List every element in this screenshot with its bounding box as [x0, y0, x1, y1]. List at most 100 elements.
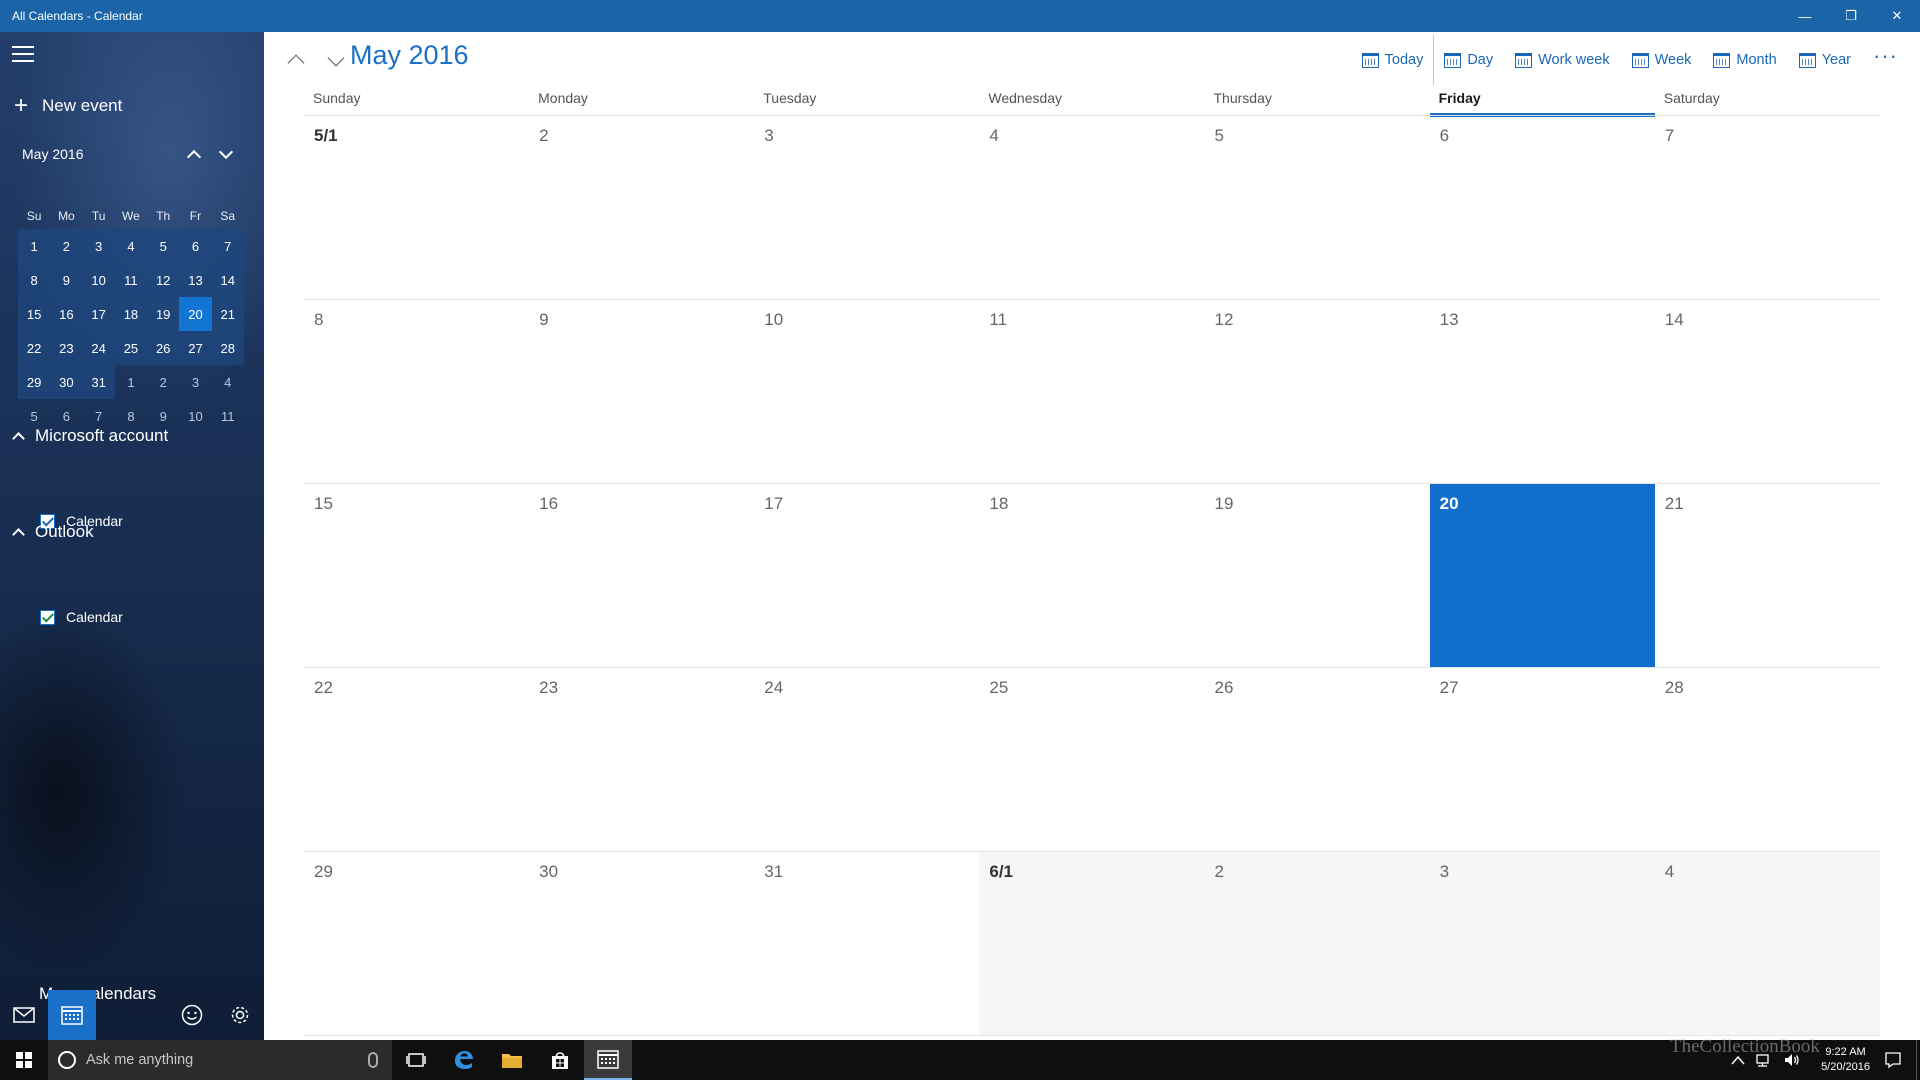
- mini-calendar-day[interactable]: 7: [211, 229, 244, 263]
- mini-calendar-day[interactable]: 4: [114, 229, 148, 263]
- mini-calendar-title[interactable]: May 2016: [22, 146, 178, 162]
- calendar-toggle-outlook[interactable]: Calendar: [40, 606, 123, 628]
- month-day-cell[interactable]: 29: [304, 852, 529, 1035]
- mini-calendar-day[interactable]: 18: [114, 297, 148, 331]
- month-day-cell[interactable]: 5/1: [304, 116, 529, 299]
- month-day-cell[interactable]: 23: [529, 668, 754, 851]
- month-day-cell[interactable]: 4: [979, 116, 1204, 299]
- mini-calendar-day[interactable]: 1: [18, 229, 51, 263]
- month-day-cell[interactable]: 18: [979, 484, 1204, 667]
- month-day-cell[interactable]: 17: [754, 484, 979, 667]
- mini-calendar-day[interactable]: 5: [147, 229, 180, 263]
- day-view-button[interactable]: Day: [1444, 42, 1493, 78]
- mini-calendar-day[interactable]: 9: [50, 263, 83, 297]
- mini-calendar-day[interactable]: 24: [82, 331, 115, 365]
- more-options-icon[interactable]: ···: [1873, 45, 1898, 67]
- minimize-button[interactable]: —: [1782, 0, 1828, 32]
- month-day-cell[interactable]: 5: [1205, 116, 1430, 299]
- mini-calendar-day[interactable]: 26: [147, 331, 180, 365]
- month-day-cell[interactable]: 27: [1430, 668, 1655, 851]
- month-day-cell[interactable]: 11: [979, 300, 1204, 483]
- month-day-cell[interactable]: 31: [754, 852, 979, 1035]
- month-day-cell[interactable]: 26: [1205, 668, 1430, 851]
- show-desktop-button[interactable]: [1916, 1040, 1920, 1080]
- month-day-cell[interactable]: 16: [529, 484, 754, 667]
- month-day-cell[interactable]: 20: [1429, 484, 1655, 667]
- year-view-button[interactable]: Year: [1798, 42, 1851, 78]
- mini-calendar-day[interactable]: 25: [114, 331, 148, 365]
- month-day-cell[interactable]: 21: [1655, 484, 1880, 667]
- action-center-icon[interactable]: [1884, 1051, 1902, 1069]
- month-day-cell[interactable]: 9: [529, 300, 754, 483]
- mini-calendar-day[interactable]: 3: [179, 365, 211, 399]
- month-day-cell[interactable]: 4: [1654, 852, 1880, 1035]
- calendar-taskbar-button[interactable]: [584, 1040, 632, 1080]
- restore-button[interactable]: ❐: [1828, 0, 1874, 32]
- file-explorer-button[interactable]: [488, 1040, 536, 1080]
- mini-calendar-day[interactable]: 14: [211, 263, 244, 297]
- feedback-button[interactable]: [168, 990, 216, 1040]
- cortana-search-box[interactable]: Ask me anything: [48, 1040, 392, 1080]
- mini-calendar-day[interactable]: 8: [18, 263, 51, 297]
- mini-calendar-day[interactable]: 27: [179, 331, 212, 365]
- start-button[interactable]: [0, 1040, 48, 1080]
- edge-taskbar-button[interactable]: [440, 1040, 488, 1080]
- month-day-cell[interactable]: 12: [1205, 300, 1430, 483]
- month-day-cell[interactable]: 25: [979, 668, 1204, 851]
- month-day-cell[interactable]: 8: [304, 300, 529, 483]
- month-day-cell[interactable]: 30: [529, 852, 754, 1035]
- month-day-cell[interactable]: 28: [1655, 668, 1880, 851]
- previous-month-button[interactable]: [276, 46, 316, 74]
- month-view-button[interactable]: Month: [1713, 42, 1777, 78]
- close-button[interactable]: ✕: [1874, 0, 1920, 32]
- mini-calendar-day[interactable]: 11: [212, 399, 244, 433]
- mini-calendar-prev-button[interactable]: [178, 142, 210, 166]
- month-day-cell[interactable]: 10: [754, 300, 979, 483]
- mini-calendar-day[interactable]: 6: [179, 229, 212, 263]
- microphone-icon[interactable]: [368, 1052, 378, 1068]
- mini-calendar-day[interactable]: 31: [82, 365, 115, 399]
- month-day-cell[interactable]: 19: [1205, 484, 1430, 667]
- checkbox-checked-icon[interactable]: [40, 609, 55, 625]
- mini-calendar-day[interactable]: 3: [82, 229, 115, 263]
- today-button[interactable]: Today: [1361, 42, 1423, 78]
- store-button[interactable]: [536, 1040, 584, 1080]
- mini-calendar-day[interactable]: 2: [50, 229, 83, 263]
- mini-calendar-day[interactable]: 4: [212, 365, 244, 399]
- mini-calendar-day[interactable]: 19: [147, 297, 180, 331]
- month-day-cell[interactable]: 6/1: [979, 852, 1205, 1035]
- month-day-cell[interactable]: 13: [1430, 300, 1655, 483]
- month-day-cell[interactable]: 15: [304, 484, 529, 667]
- mini-calendar-day[interactable]: 29: [18, 365, 51, 399]
- month-day-cell[interactable]: 2: [1204, 852, 1430, 1035]
- mini-calendar-day[interactable]: 22: [18, 331, 51, 365]
- mini-calendar-day[interactable]: 2: [147, 365, 179, 399]
- mini-calendar-day[interactable]: 13: [179, 263, 212, 297]
- mini-calendar-day[interactable]: 17: [82, 297, 115, 331]
- account-microsoft-toggle[interactable]: Microsoft account: [12, 422, 168, 450]
- mini-calendar-day[interactable]: 16: [50, 297, 83, 331]
- task-view-button[interactable]: [392, 1040, 440, 1080]
- mini-calendar-day[interactable]: 12: [147, 263, 180, 297]
- hamburger-menu-icon[interactable]: [12, 46, 34, 62]
- month-day-cell[interactable]: 24: [754, 668, 979, 851]
- mini-calendar-day[interactable]: 20: [179, 297, 212, 331]
- month-day-cell[interactable]: 22: [304, 668, 529, 851]
- settings-button[interactable]: [216, 990, 264, 1040]
- mini-calendar-day[interactable]: 10: [82, 263, 115, 297]
- mini-calendar-day[interactable]: 1: [115, 365, 147, 399]
- month-day-cell[interactable]: 3: [754, 116, 979, 299]
- mini-calendar-day[interactable]: 21: [211, 297, 244, 331]
- mini-calendar-day[interactable]: 15: [18, 297, 51, 331]
- new-event-button[interactable]: + New event: [14, 92, 122, 120]
- account-outlook-toggle[interactable]: Outlook: [12, 518, 94, 546]
- month-title[interactable]: May 2016: [350, 40, 469, 71]
- calendar-app-button[interactable]: [48, 990, 96, 1040]
- month-day-cell[interactable]: 14: [1655, 300, 1880, 483]
- mini-calendar-next-button[interactable]: [210, 142, 242, 166]
- mini-calendar-day[interactable]: 28: [211, 331, 244, 365]
- mini-calendar-day[interactable]: 23: [50, 331, 83, 365]
- clock[interactable]: 9:22 AM 5/20/2016: [1821, 1045, 1870, 1075]
- mail-app-button[interactable]: [0, 990, 48, 1040]
- month-day-cell[interactable]: 2: [529, 116, 754, 299]
